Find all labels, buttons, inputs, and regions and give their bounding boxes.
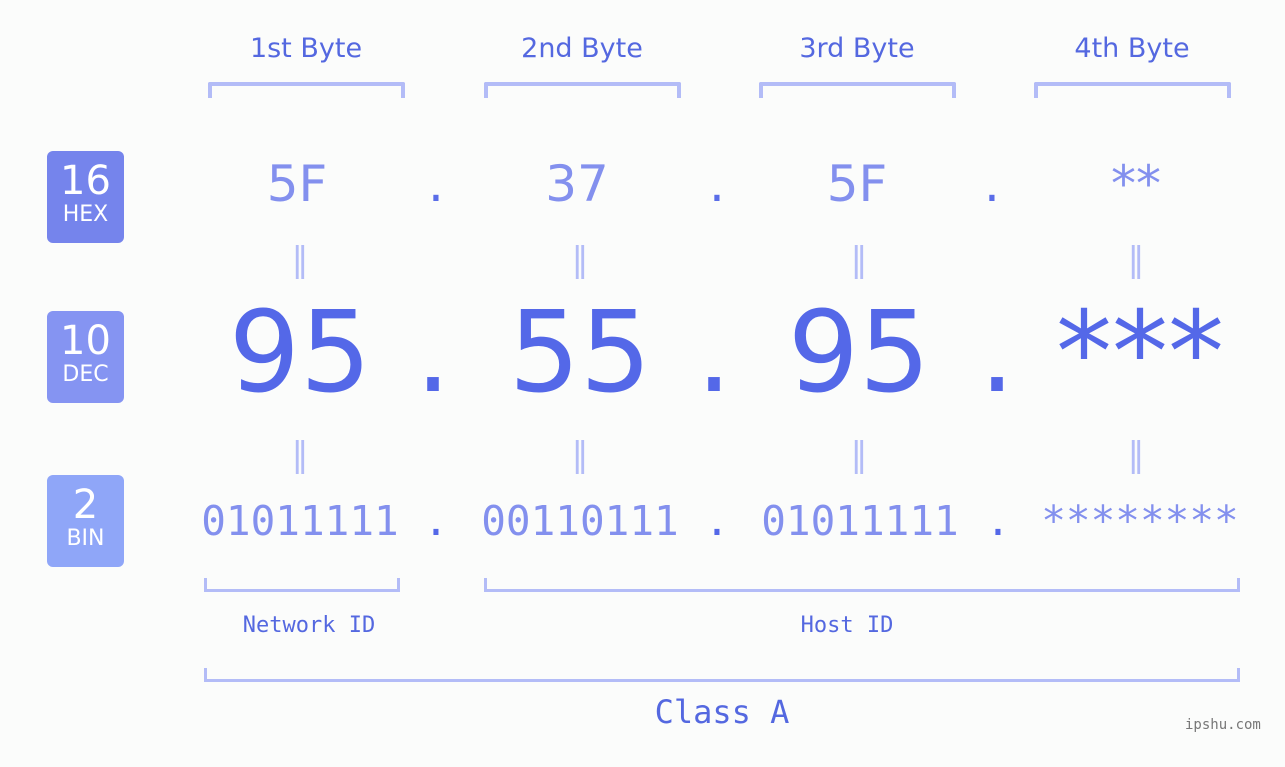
bin-separator: . bbox=[704, 497, 730, 545]
dec-separator: . bbox=[415, 288, 451, 418]
byte-bracket-2 bbox=[484, 82, 681, 98]
dec-byte-3: 95 bbox=[787, 288, 931, 418]
hex-separator: . bbox=[984, 155, 1000, 213]
hex-separator: . bbox=[428, 155, 444, 213]
host-id-label: Host ID bbox=[800, 613, 894, 638]
byte-header-4: 4th Byte bbox=[1074, 33, 1190, 64]
host-bracket bbox=[484, 578, 1240, 592]
equals-icon: ‖ bbox=[291, 435, 309, 475]
hex-badge-label: HEX bbox=[62, 202, 109, 227]
bin-badge-base: 2 bbox=[72, 482, 99, 528]
byte-header-3: 3rd Byte bbox=[799, 33, 915, 64]
bin-separator: . bbox=[423, 497, 449, 545]
dec-byte-1: 95 bbox=[228, 288, 372, 418]
dec-badge: 10 DEC bbox=[47, 311, 124, 403]
hex-separator: . bbox=[709, 155, 725, 213]
bin-byte-2: 00110111 bbox=[481, 497, 679, 545]
byte-bracket-4 bbox=[1034, 82, 1231, 98]
hex-byte-2: 37 bbox=[545, 155, 609, 213]
equals-icon: ‖ bbox=[571, 435, 589, 475]
dec-badge-base: 10 bbox=[60, 318, 111, 364]
hex-byte-4: ** bbox=[1111, 155, 1161, 213]
dec-separator: . bbox=[979, 288, 1015, 418]
dec-separator: . bbox=[696, 288, 732, 418]
bin-separator: . bbox=[985, 497, 1011, 545]
equals-icon: ‖ bbox=[571, 240, 589, 280]
hex-byte-3: 5F bbox=[826, 155, 888, 213]
bin-byte-4: ******** bbox=[1041, 497, 1239, 545]
bin-badge: 2 BIN bbox=[47, 475, 124, 567]
equals-icon: ‖ bbox=[1127, 435, 1145, 475]
equals-icon: ‖ bbox=[850, 435, 868, 475]
class-bracket bbox=[204, 668, 1240, 682]
bin-badge-label: BIN bbox=[66, 526, 105, 551]
equals-icon: ‖ bbox=[291, 240, 309, 280]
dec-byte-2: 55 bbox=[508, 288, 652, 418]
network-id-label: Network ID bbox=[242, 613, 376, 638]
bin-byte-3: 01011111 bbox=[761, 497, 959, 545]
byte-bracket-1 bbox=[208, 82, 405, 98]
network-bracket bbox=[204, 578, 400, 592]
equals-icon: ‖ bbox=[1127, 240, 1145, 280]
byte-bracket-3 bbox=[759, 82, 956, 98]
bin-byte-1: 01011111 bbox=[201, 497, 399, 545]
watermark: ipshu.com bbox=[1185, 717, 1261, 733]
equals-icon: ‖ bbox=[850, 240, 868, 280]
dec-badge-label: DEC bbox=[62, 362, 109, 387]
byte-header-2: 2nd Byte bbox=[521, 33, 643, 64]
dec-byte-4: *** bbox=[1056, 288, 1224, 418]
class-label: Class A bbox=[654, 693, 790, 731]
hex-byte-1: 5F bbox=[266, 155, 328, 213]
byte-header-1: 1st Byte bbox=[249, 33, 363, 64]
hex-badge-base: 16 bbox=[60, 158, 111, 204]
hex-badge: 16 HEX bbox=[47, 151, 124, 243]
